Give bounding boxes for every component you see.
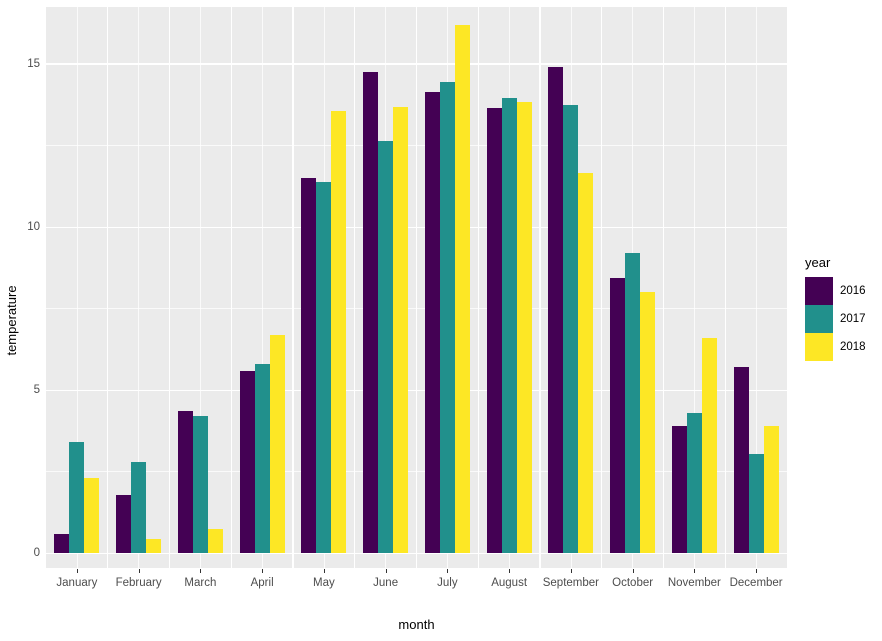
bar-2018-January [84, 478, 100, 554]
legend-swatch-2017 [805, 305, 833, 333]
bar-2017-November [686, 413, 702, 554]
x-tick-label-january: January [56, 577, 98, 589]
gridline-vertical-major [477, 7, 479, 568]
bar-2016-August [486, 108, 502, 554]
bar-2016-May [301, 178, 317, 554]
bar-2018-May [331, 111, 347, 554]
bar-2018-June [393, 106, 409, 554]
bar-2018-March [207, 528, 223, 554]
bar-2016-October [610, 277, 626, 554]
gridline-vertical-major [662, 7, 665, 568]
bar-2017-January [69, 442, 85, 554]
gridline-vertical-major [292, 7, 294, 568]
bar-2018-July [454, 24, 470, 554]
legend-label-2018: 2018 [840, 341, 866, 353]
bar-2017-June [378, 140, 394, 554]
bar-2016-July [424, 91, 440, 554]
bar-2016-June [363, 72, 379, 554]
legend-item-2016: 2016 [805, 277, 882, 305]
bar-2017-March [192, 416, 208, 554]
gridline-vertical-major [539, 7, 541, 568]
bar-2018-April [269, 334, 285, 554]
gridline-horizontal-minor [46, 308, 787, 310]
bar-2016-January [54, 533, 70, 554]
legend: year 2016 2017 2018 [805, 255, 882, 361]
bar-2018-February [146, 538, 162, 554]
x-tick-mark [200, 569, 202, 573]
bar-2016-February [116, 494, 132, 554]
legend-item-2018: 2018 [805, 333, 882, 361]
gridline-horizontal-minor [46, 145, 787, 146]
bar-2016-November [671, 426, 687, 554]
bar-2017-October [625, 253, 641, 554]
chart-figure: temperature 0 5 10 15 January February March A… [0, 0, 882, 641]
legend-title: year [805, 255, 831, 270]
x-tick-label-december: December [729, 577, 783, 589]
bar-2017-May [316, 181, 332, 554]
x-tick-label-november: November [667, 577, 721, 589]
x-tick-label-july: July [437, 577, 458, 589]
x-tick-label-march: March [184, 577, 217, 589]
gridline-vertical-major [107, 7, 109, 568]
y-tick-label: 15 [27, 58, 40, 71]
gridline-horizontal-major [46, 226, 787, 228]
x-tick-mark [138, 569, 140, 573]
x-tick-mark [632, 569, 634, 573]
x-tick-label-may: May [313, 577, 335, 589]
legend-items: 2016 2017 2018 [805, 277, 882, 361]
bar-2018-December [763, 426, 779, 554]
y-tick-label: 10 [27, 221, 40, 234]
x-tick-label-february: February [115, 577, 162, 589]
bar-2016-December [733, 367, 749, 554]
y-tick-label: 5 [33, 384, 40, 397]
x-tick-label-august: August [491, 577, 528, 589]
bar-2017-August [501, 98, 517, 554]
x-tick-mark [570, 569, 572, 573]
gridline-vertical-major [168, 7, 171, 568]
bar-2017-July [439, 82, 455, 554]
gridline-vertical-major [724, 7, 726, 568]
x-tick-mark [262, 569, 264, 573]
x-tick-label-april: April [250, 577, 274, 589]
bar-2016-March [177, 411, 193, 554]
bar-2017-September [563, 104, 579, 554]
gridline-vertical-major [230, 7, 232, 568]
bar-2016-April [239, 370, 255, 554]
x-tick-mark [323, 569, 325, 573]
bar-2018-October [640, 292, 656, 554]
x-tick-label-october: October [612, 577, 654, 589]
plot-panel [46, 7, 787, 568]
x-tick-label-june: June [373, 577, 399, 589]
y-axis-ticks: 0 5 10 15 [10, 0, 52, 641]
gridline-vertical-major [354, 7, 356, 568]
bar-2017-February [131, 462, 147, 554]
gridline-vertical-major [601, 7, 603, 568]
gridline-horizontal-major [46, 389, 787, 391]
bar-2018-November [701, 338, 717, 554]
x-tick-mark [756, 569, 758, 573]
x-tick-mark [694, 569, 696, 573]
bar-2018-September [578, 173, 594, 554]
x-axis-title: month [398, 617, 435, 632]
bar-2016-September [548, 67, 564, 554]
x-tick-label-september: September [542, 577, 600, 589]
x-tick-mark [76, 569, 78, 573]
x-tick-mark [509, 569, 511, 573]
gridline-vertical-major [415, 7, 418, 568]
legend-label-2016: 2016 [840, 285, 866, 297]
legend-item-2017: 2017 [805, 305, 882, 333]
x-tick-mark [447, 569, 449, 573]
legend-swatch-2016 [805, 277, 833, 305]
gridline-horizontal-major [46, 63, 787, 65]
legend-label-2017: 2017 [840, 313, 866, 325]
bar-2017-April [254, 364, 270, 554]
x-tick-mark [385, 569, 387, 573]
bar-2018-August [516, 101, 532, 554]
bar-2017-December [748, 453, 764, 554]
legend-swatch-2018 [805, 333, 833, 361]
y-tick-label: 0 [33, 547, 40, 560]
